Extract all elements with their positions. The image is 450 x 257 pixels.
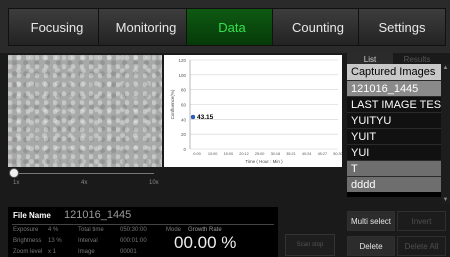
list-item[interactable]: YUIT (347, 128, 441, 144)
zoom-slider-handle[interactable] (9, 168, 19, 178)
tab-counting[interactable]: Counting (272, 8, 364, 46)
list-item[interactable]: YUITYU (347, 112, 441, 128)
image-info-panel: File Name 121016_1445 Exposure 4 % Brigh… (8, 207, 278, 257)
growth-rate-value: 00.00 % (174, 233, 237, 252)
file-name-label: File Name (13, 211, 51, 220)
chart-x-tick-label: 15:00 (224, 152, 234, 156)
zoom-slider-track[interactable] (14, 173, 154, 174)
exposure-label: Exposure (13, 227, 39, 233)
zoom-tick-1x: 1x (13, 180, 20, 186)
file-name-value: 121016_1445 (64, 209, 132, 221)
chart-data-point (190, 114, 196, 120)
scroll-down-icon[interactable]: ▼ (441, 196, 450, 204)
chart-x-tick-label: 0:00 (193, 152, 200, 156)
zoom-tick-10x: 10x (149, 180, 159, 186)
brightness-label: Brightness (13, 238, 42, 244)
chart-y-tick-label: 20 (181, 132, 187, 137)
chart-y-tick-label: 100 (178, 73, 186, 78)
total-time-label: Total time (78, 227, 104, 233)
multi-select-button[interactable]: Multi select (347, 211, 395, 231)
cell-image-preview[interactable] (8, 55, 162, 167)
main-tab-bar: Focusing Monitoring Data Counting Settin… (0, 0, 450, 53)
list-item[interactable]: 121016_1445 (347, 80, 441, 96)
zoom-level-label: Zoom level (13, 249, 43, 255)
chart-x-tick-label: 40:24 (302, 152, 312, 156)
chart-x-tick-label: 30:18 (271, 152, 281, 156)
chart-y-tick-label: 0 (183, 147, 186, 152)
tab-monitoring[interactable]: Monitoring (98, 8, 194, 46)
info-divider (12, 224, 274, 225)
list-scrollbar[interactable]: ▲ ▼ (441, 64, 450, 204)
chart-x-tick-label: 25:00 (255, 152, 265, 156)
scroll-up-icon[interactable]: ▲ (441, 64, 450, 72)
scan-stop-button[interactable]: Scan stop (285, 234, 335, 256)
total-time-value: 050:30:00 (120, 227, 147, 233)
image-label: Image (78, 249, 95, 255)
chart-y-tick-label: 40 (181, 117, 187, 122)
chart-x-axis-label: Time ( Hour : Min ) (245, 159, 283, 164)
list-item[interactable]: LAST IMAGE TEST (347, 96, 441, 112)
chart-x-tick-label: 35:21 (286, 152, 296, 156)
list-item[interactable]: T (347, 160, 441, 176)
brightness-value: 13 % (48, 238, 62, 244)
list-item[interactable]: dddd (347, 176, 441, 192)
tab-data[interactable]: Data (186, 8, 278, 46)
zoom-level-value: x 1 (48, 249, 57, 255)
tab-settings[interactable]: Settings (358, 8, 446, 46)
chart-x-tick-label: 10:00 (208, 152, 218, 156)
tab-focusing[interactable]: Focusing (8, 8, 106, 46)
chart-y-tick-label: 80 (181, 88, 187, 93)
captured-images-list: Captured Images 121016_1445 LAST IMAGE T… (347, 64, 441, 197)
chart-x-tick-label: 20:12 (239, 152, 249, 156)
chart-data-label: 43.15 (197, 114, 214, 121)
zoom-tick-4x: 4x (81, 180, 88, 186)
exposure-value: 4 % (48, 227, 59, 233)
list-header: Captured Images (347, 64, 441, 80)
delete-all-button[interactable]: Delete All (397, 236, 446, 256)
invert-button[interactable]: Invert (397, 211, 446, 231)
chart-svg: 120 100 80 60 40 20 0 0:00 10:00 15:00 20:12 25:00 3… (170, 58, 342, 164)
chart-y-tick-label: 120 (178, 58, 186, 63)
chart-x-tick-label: 50:30 (333, 152, 342, 156)
list-item[interactable]: YUI (347, 144, 441, 160)
chart-y-axis-label: Confluence(%) (170, 89, 175, 119)
interval-label: Interval (78, 238, 98, 244)
chart-x-tick-label: 45:27 (318, 152, 328, 156)
chart-y-tick-label: 60 (181, 103, 187, 108)
confluence-chart: 120 100 80 60 40 20 0 0:00 10:00 15:00 20:12 25:00 3… (164, 55, 342, 167)
image-value: 00001 (120, 249, 137, 255)
interval-value: 000:01:00 (120, 238, 147, 244)
delete-button[interactable]: Delete (347, 236, 395, 256)
